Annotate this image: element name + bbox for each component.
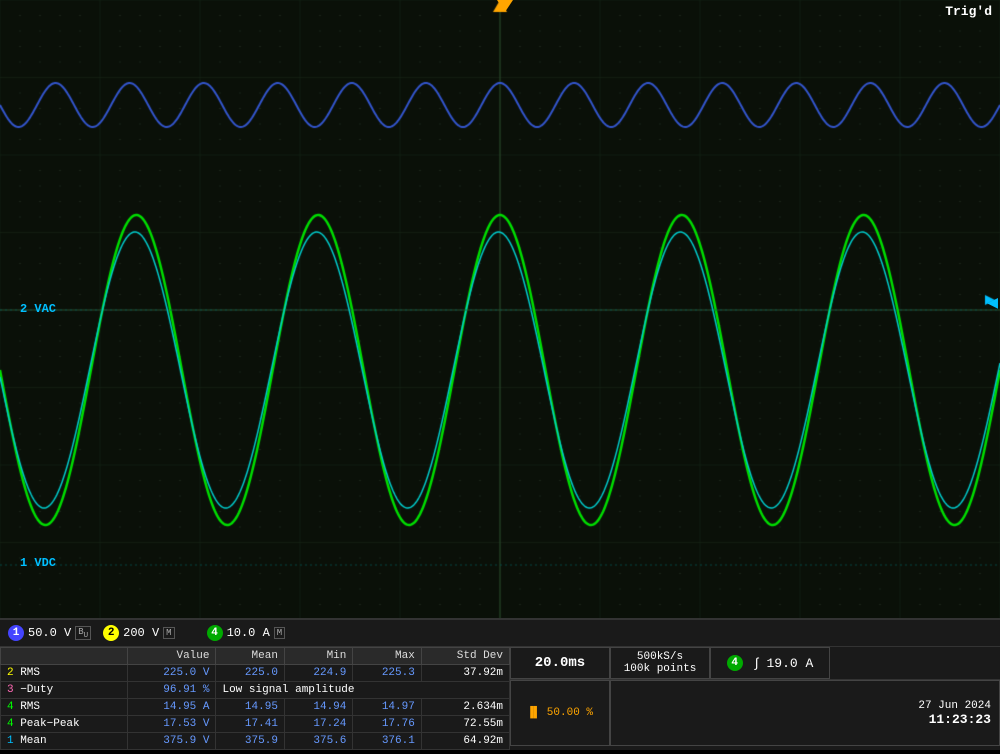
table-header: Value Mean Min Max Std Dev	[1, 648, 510, 665]
row-min: 17.24	[284, 716, 352, 733]
row-min: 224.9	[284, 665, 352, 682]
row-value: 14.95 A	[128, 699, 216, 716]
ch2-scale: 2 200 V M	[103, 625, 174, 641]
col-max: Max	[353, 648, 421, 665]
trigger-wave: ∫	[753, 656, 761, 671]
vac-label: 2 VAC	[20, 302, 56, 316]
row-label: 3 −Duty	[1, 682, 128, 699]
ch4-bw: M	[274, 627, 285, 639]
trigger-marker	[497, 0, 513, 12]
trigger-display: 4 ∫ 19.0 A	[710, 647, 830, 679]
row-label: 4 RMS	[1, 699, 128, 716]
trigger-ch-badge: 4	[727, 655, 743, 671]
row-value: 225.0 V	[128, 665, 216, 682]
row-max: 17.76	[353, 716, 421, 733]
row-mean: 225.0	[216, 665, 284, 682]
display-area: Trig'd 2 VAC 1 VDC ◀	[0, 0, 1000, 620]
ch1-badge: 1	[8, 625, 24, 641]
right-panels: 20.0ms 500kS/s 100k points 4 ∫ 19.0 A	[510, 647, 1000, 750]
duty-value: 50.00 %	[547, 707, 593, 719]
row-label: 1 Mean	[1, 733, 128, 750]
sampling-rate: 500kS/s	[637, 651, 683, 663]
row-mean: 17.41	[216, 716, 284, 733]
ch4-scale-val: 10.0 A	[227, 626, 270, 640]
ch4-badge: 4	[207, 625, 223, 641]
table-row: 2 RMS 225.0 V 225.0 224.9 225.3 37.92m	[1, 665, 510, 682]
ch1-scale-val: 50.0 V	[28, 626, 71, 640]
bottom-panel: 1 50.0 V BU 2 200 V M 4 10.0 A M	[0, 620, 1000, 750]
ch2-scale-val: 200 V	[123, 626, 159, 640]
col-value: Value	[128, 648, 216, 665]
scale-row: 1 50.0 V BU 2 200 V M 4 10.0 A M	[0, 620, 1000, 647]
right-arrow-indicator: ◀	[987, 295, 998, 312]
table-row: 4 Peak−Peak 17.53 V 17.41 17.24 17.76 72…	[1, 716, 510, 733]
row-stddev: 64.92m	[421, 733, 509, 750]
table-row: 4 RMS 14.95 A 14.95 14.94 14.97 2.634m	[1, 699, 510, 716]
row-stddev: 2.634m	[421, 699, 509, 716]
col-label	[1, 648, 128, 665]
row-stddev: 37.92m	[421, 665, 509, 682]
table-row: 3 −Duty 96.91 % Low signal amplitude	[1, 682, 510, 699]
row-mean: 375.9	[216, 733, 284, 750]
col-stddev: Std Dev	[421, 648, 509, 665]
row-min: 375.6	[284, 733, 352, 750]
duty-display: ▐▌ 50.00 %	[510, 680, 610, 746]
waveform-canvas	[0, 0, 1000, 620]
row-max: 376.1	[353, 733, 421, 750]
ch4-scale: 4 10.0 A M	[207, 625, 286, 641]
table-row: 1 Mean 375.9 V 375.9 375.6 376.1 64.92m	[1, 733, 510, 750]
trig-status-text: Trig'd	[945, 4, 992, 19]
ch1-scale: 1 50.0 V BU	[8, 625, 91, 641]
row-label: 2 RMS	[1, 665, 128, 682]
measurements-area: Value Mean Min Max Std Dev 2 RMS 225.0 V	[0, 647, 1000, 750]
row-stddev: 72.55m	[421, 716, 509, 733]
row-note: Low signal amplitude	[216, 682, 510, 699]
row-value: 17.53 V	[128, 716, 216, 733]
row-mean: 14.95	[216, 699, 284, 716]
ch1-bw: BU	[75, 626, 91, 641]
vdc-label: 1 VDC	[20, 556, 56, 570]
date-time-display: 27 Jun 2024 11:23:23	[610, 680, 1000, 746]
col-min: Min	[284, 648, 352, 665]
col-mean: Mean	[216, 648, 284, 665]
row-label: 4 Peak−Peak	[1, 716, 128, 733]
row-max: 225.3	[353, 665, 421, 682]
row-min: 14.94	[284, 699, 352, 716]
trigger-status: Trig'd	[945, 4, 992, 19]
trigger-value: 19.0 A	[767, 656, 814, 671]
measurements-body: 2 RMS 225.0 V 225.0 224.9 225.3 37.92m 3…	[1, 665, 510, 750]
oscilloscope: Trig'd 2 VAC 1 VDC ◀ 1 50.0 V BU	[0, 0, 1000, 750]
sampling-display: 500kS/s 100k points	[610, 647, 710, 679]
row-max: 14.97	[353, 699, 421, 716]
timebase-display: 20.0ms	[510, 647, 610, 679]
measurements-table: Value Mean Min Max Std Dev 2 RMS 225.0 V	[0, 647, 510, 750]
ch2-bw: M	[163, 627, 174, 639]
row-value: 96.91 %	[128, 682, 216, 699]
ch2-badge: 2	[103, 625, 119, 641]
timebase-value: 20.0ms	[535, 655, 585, 671]
sampling-points: 100k points	[624, 663, 697, 675]
time-display: 11:23:23	[929, 712, 991, 727]
date-display: 27 Jun 2024	[918, 700, 991, 712]
row-value: 375.9 V	[128, 733, 216, 750]
